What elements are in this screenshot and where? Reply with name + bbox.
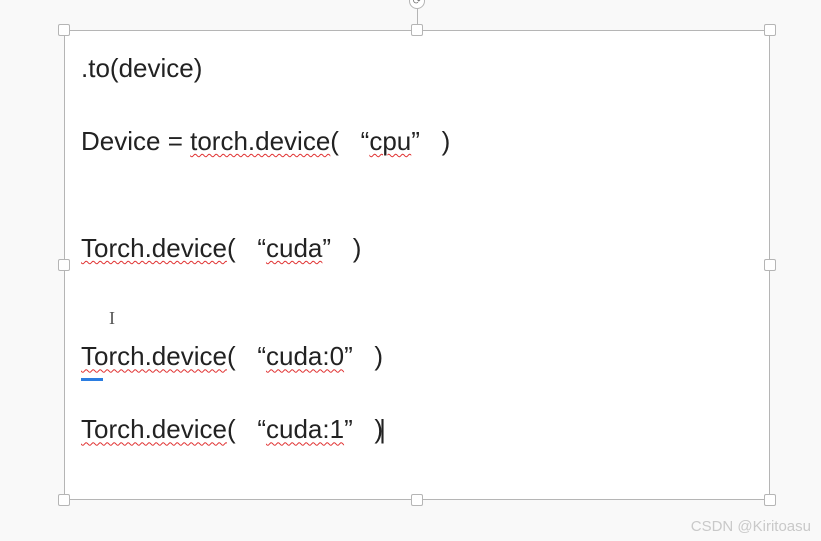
resize-handle-mid-left[interactable] <box>58 259 70 271</box>
text-frame[interactable]: ⟳ .to(device) Device = torch.device( “cp… <box>64 30 770 500</box>
code-line-1: .to(device) <box>81 51 753 86</box>
resize-handle-bottom-left[interactable] <box>58 494 70 506</box>
code-line-5: Torch.device( “cuda:1” ) <box>81 412 753 447</box>
text-cursor-ibeam: I <box>81 304 753 339</box>
resize-handle-bottom-right[interactable] <box>764 494 776 506</box>
spellcheck-word: cpu <box>369 126 411 156</box>
spellcheck-word: Torch.device <box>81 414 227 444</box>
resize-handle-mid-right[interactable] <box>764 259 776 271</box>
text-content[interactable]: .to(device) Device = torch.device( “cpu”… <box>65 31 769 496</box>
resize-handle-top-mid[interactable] <box>411 24 423 36</box>
spellcheck-word: Torch.device <box>81 233 227 263</box>
resize-handle-top-left[interactable] <box>58 24 70 36</box>
spellcheck-word: cuda <box>266 233 322 263</box>
spellcheck-word: torch.device <box>190 126 330 156</box>
code-line-2: Device = torch.device( “cpu” ) <box>81 124 753 159</box>
rotate-icon: ⟳ <box>413 0 421 7</box>
watermark-bottom: CSDN @Kiritoasu <box>691 518 811 535</box>
resize-handle-top-right[interactable] <box>764 24 776 36</box>
rotate-handle[interactable]: ⟳ <box>409 0 425 9</box>
code-line-4: Torch.device( “cuda:0” ) <box>81 339 753 374</box>
code-line-3: Torch.device( “cuda” ) <box>81 231 753 266</box>
spellcheck-word: Torch.device <box>81 341 227 371</box>
spellcheck-word: cuda:0 <box>266 341 344 371</box>
resize-handle-bottom-mid[interactable] <box>411 494 423 506</box>
spellcheck-word: cuda:1 <box>266 414 344 444</box>
